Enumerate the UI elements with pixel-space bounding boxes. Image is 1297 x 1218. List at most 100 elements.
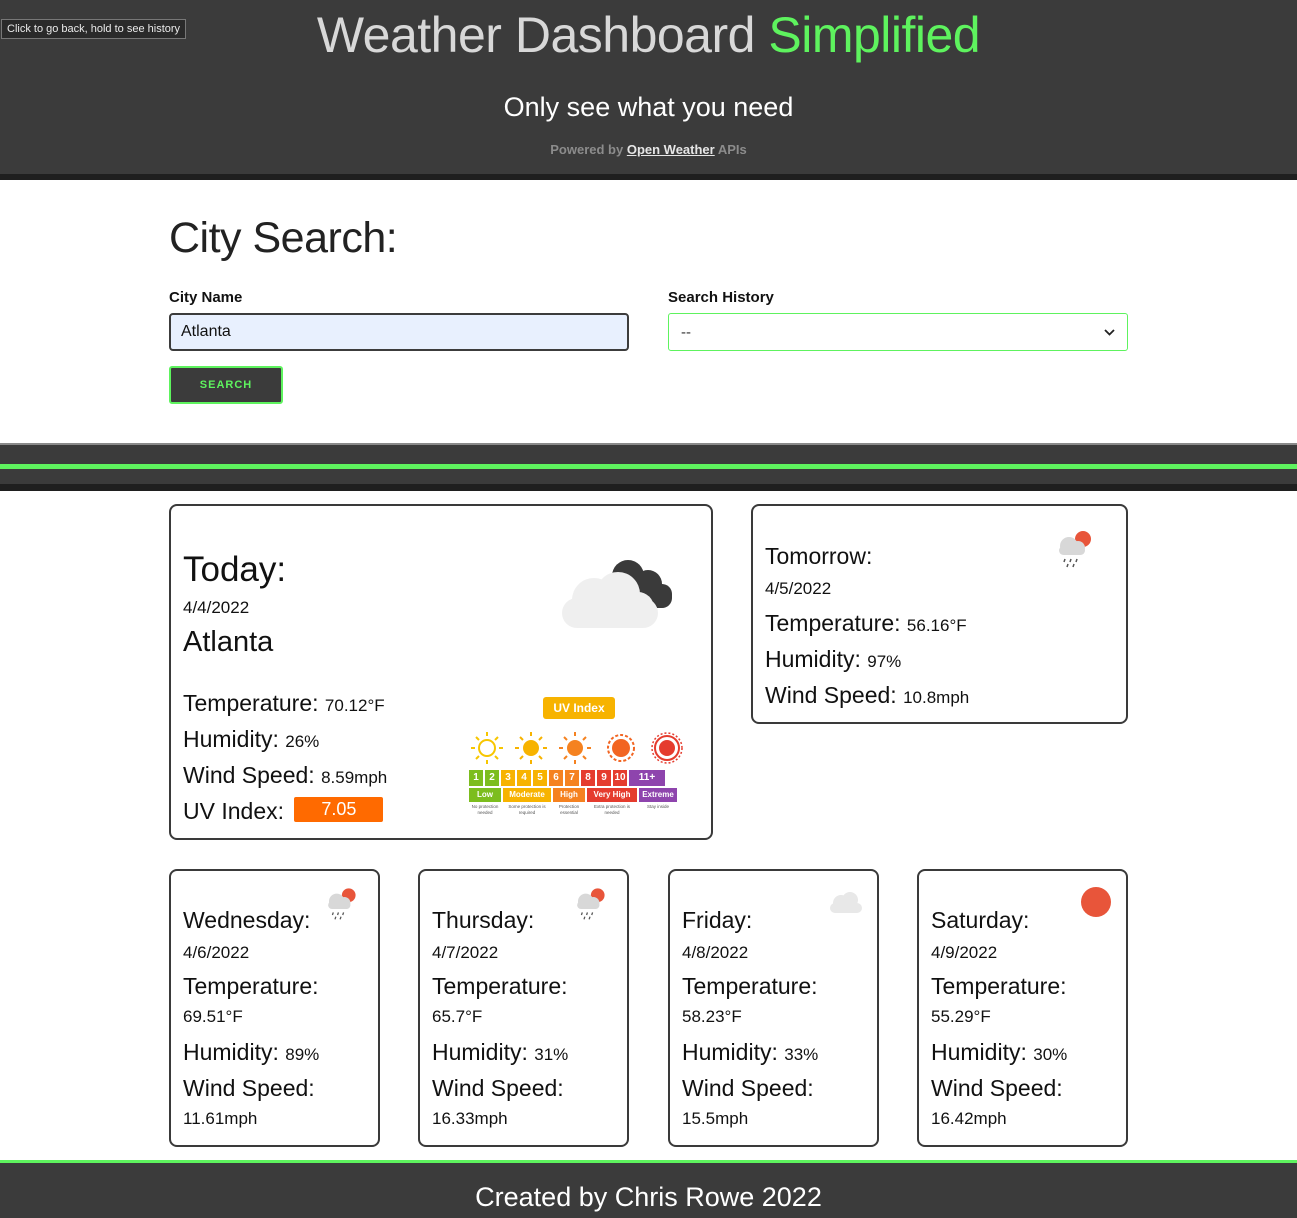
- uv-index-chart: UV Index 12345678 9 10 11+ Low Moderate …: [469, 692, 691, 822]
- rain-sun-icon: [323, 885, 359, 926]
- cloud-icon: [826, 889, 866, 922]
- temperature-value: 69.51°F: [183, 1007, 243, 1026]
- wind-label: Wind Speed:: [765, 682, 897, 708]
- uv-category-note: No protection needed: [471, 804, 499, 815]
- humidity-value: 33%: [784, 1045, 819, 1064]
- uv-level-cell: 3: [501, 770, 515, 786]
- today-city: Atlanta: [183, 626, 274, 658]
- uv-level-cell: 11+: [629, 770, 665, 786]
- forecast-humidity: Humidity: 89%: [183, 1039, 319, 1066]
- tomorrow-temperature: Temperature: 56.16°F: [765, 610, 967, 637]
- today-card: Today: 4/4/2022 Atlanta Temperature: 70.…: [169, 504, 713, 840]
- forecast-day: Thursday:: [432, 907, 535, 933]
- uv-level-cell: 4: [517, 770, 531, 786]
- temperature-value: 55.29°F: [931, 1007, 991, 1026]
- uv-sun-low-icon: [471, 732, 503, 764]
- forecast-date: 4/6/2022: [183, 943, 250, 962]
- uv-level-cell: 2: [485, 770, 499, 786]
- uv-level-cell: 10: [613, 770, 627, 786]
- search-history-value: --: [681, 323, 691, 341]
- forecast-day: Wednesday:: [183, 907, 311, 933]
- humidity-label: Humidity:: [183, 1039, 279, 1065]
- humidity-value: 97%: [867, 652, 902, 671]
- uv-level-cell: 1: [469, 770, 483, 786]
- forecast-day: Saturday:: [931, 907, 1030, 933]
- section-divider-accent: [0, 464, 1297, 469]
- humidity-value: 89%: [285, 1045, 320, 1064]
- cloud-dark-icon: [556, 554, 676, 639]
- powered-suffix: APIs: [717, 142, 747, 157]
- uv-chart-title: UV Index: [543, 697, 615, 719]
- title-accent: Simplified: [768, 7, 981, 63]
- uv-category-note: Extra protection is needed: [593, 804, 630, 815]
- uv-sun-moderate-icon: [515, 732, 547, 764]
- humidity-label: Humidity:: [931, 1039, 1027, 1065]
- temperature-label: Temperature:: [931, 973, 1067, 999]
- footer-credit: Created by Chris Rowe 2022: [475, 1182, 822, 1212]
- forecast-card: Friday: 4/8/2022 Temperature: 58.23°F Humidi…: [668, 869, 879, 1147]
- temperature-label: Temperature:: [183, 973, 319, 999]
- forecast-day: Friday:: [682, 907, 753, 933]
- humidity-label: Humidity:: [432, 1039, 528, 1065]
- uv-category-label: Extreme: [639, 788, 677, 802]
- uv-label: UV Index:: [183, 798, 284, 824]
- temperature-value: 58.23°F: [682, 1007, 742, 1026]
- wind-value: 15.5mph: [682, 1109, 749, 1128]
- uv-levels-row: 1 2 3 4 5 6 7 8 9 10 11+: [469, 770, 691, 786]
- wind-value: 16.42mph: [931, 1109, 1007, 1128]
- forecast-date: 4/9/2022: [931, 943, 998, 962]
- page-title: Weather Dashboard Simplified: [0, 6, 1297, 64]
- humidity-value: 26%: [285, 732, 320, 751]
- forecast-date: 4/8/2022: [682, 943, 749, 962]
- open-weather-link[interactable]: Open Weather: [627, 142, 715, 157]
- forecast-humidity: Humidity: 31%: [432, 1039, 568, 1066]
- temperature-value: 70.12°F: [324, 696, 385, 715]
- temperature-label: Temperature:: [765, 610, 901, 636]
- wind-label: Wind Speed:: [682, 1075, 814, 1101]
- forecast-card: Wednesday: 4/6/2022 Temperature: 69.51°F Hum…: [169, 869, 380, 1147]
- city-search-heading: City Search:: [169, 214, 398, 262]
- today-temperature: Temperature: 70.12°F: [183, 690, 385, 717]
- temperature-label: Temperature:: [183, 690, 319, 716]
- today-heading: Today:: [183, 550, 287, 589]
- search-button[interactable]: SEARCH: [169, 366, 283, 404]
- uv-notes-row: No protection needed Some protection is r…: [469, 804, 691, 818]
- forecast-humidity: Humidity: 33%: [682, 1039, 818, 1066]
- chevron-down-icon: [1104, 325, 1115, 339]
- forecast-card: Saturday: 4/9/2022 Temperature: 55.29°F Humi…: [917, 869, 1128, 1147]
- humidity-label: Humidity:: [183, 726, 279, 752]
- today-wind: Wind Speed: 8.59mph: [183, 762, 387, 789]
- rain-sun-icon: [1053, 528, 1095, 573]
- page-subtitle: Only see what you need: [503, 92, 794, 122]
- uv-level-cell: 5: [533, 770, 547, 786]
- uv-index-badge: 7.05: [294, 797, 384, 823]
- search-history-label: Search History: [668, 289, 774, 306]
- tomorrow-wind: Wind Speed: 10.8mph: [765, 682, 969, 709]
- city-name-input[interactable]: [169, 313, 629, 351]
- tomorrow-humidity: Humidity: 97%: [765, 646, 901, 673]
- temperature-value: 65.7°F: [432, 1007, 483, 1026]
- uv-category-label: High: [553, 788, 585, 802]
- uv-level-cell: 9: [597, 770, 611, 786]
- humidity-value: 30%: [1033, 1045, 1068, 1064]
- tomorrow-card: Tomorrow: 4/5/2022 Temperature: 56.16°F …: [751, 504, 1128, 724]
- back-button-tooltip: Click to go back, hold to see history: [1, 19, 187, 39]
- humidity-label: Humidity:: [765, 646, 861, 672]
- temperature-label: Temperature:: [682, 973, 818, 999]
- wind-value: 10.8mph: [903, 688, 970, 707]
- uv-category-label: Moderate: [503, 788, 551, 802]
- city-name-label: City Name: [169, 289, 243, 306]
- wind-value: 8.59mph: [321, 768, 388, 787]
- temperature-value: 56.16°F: [906, 616, 967, 635]
- uv-sun-extreme-icon: [651, 732, 683, 764]
- wind-value: 11.61mph: [183, 1109, 258, 1128]
- forecast-date: 4/7/2022: [432, 943, 499, 962]
- wind-value: 16.33mph: [432, 1109, 508, 1128]
- wind-label: Wind Speed:: [931, 1075, 1063, 1101]
- section-divider-bottom: [0, 484, 1297, 491]
- search-history-select[interactable]: --: [668, 313, 1128, 351]
- uv-categories-row: Low Moderate High Very High Extreme: [469, 788, 691, 802]
- wind-label: Wind Speed:: [183, 762, 315, 788]
- uv-level-cell: 8: [581, 770, 595, 786]
- today-uv: UV Index: 7.05: [183, 797, 384, 825]
